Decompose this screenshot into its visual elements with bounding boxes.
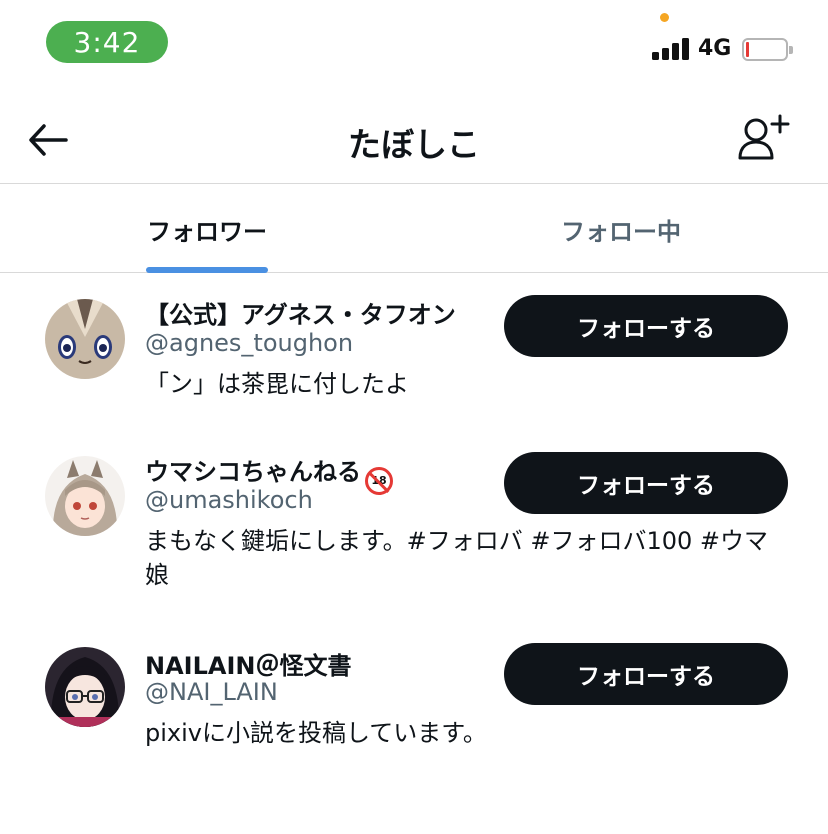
person-add-icon	[738, 114, 790, 160]
signal-strength-icon	[652, 38, 690, 60]
avatar[interactable]	[45, 299, 125, 379]
active-tab-indicator	[146, 267, 268, 273]
tab-followers[interactable]: フォロワー	[0, 185, 414, 273]
avatar[interactable]	[45, 647, 125, 727]
list-item[interactable]: 【公式】アグネス・タフオン @agnes_toughon 「ン」は茶毘に付したよ…	[0, 275, 828, 425]
list-item[interactable]: NAILAIN＠怪文書 @NAI_LAIN pixivに小説を投稿しています。 …	[0, 622, 828, 772]
user-handle: @agnes_toughon	[145, 329, 354, 357]
user-name-text: ウマシコちゃんねる	[145, 458, 361, 486]
user-name[interactable]: NAILAIN＠怪文書	[145, 646, 351, 681]
follow-button[interactable]: フォローする	[504, 295, 788, 357]
user-bio: まもなく鍵垢にします。#フォロバ #フォロバ100 #ウマ娘	[145, 527, 768, 589]
follow-button[interactable]: フォローする	[504, 643, 788, 705]
network-type: 4G	[698, 36, 732, 61]
battery-icon	[742, 38, 793, 61]
avatar-image	[45, 456, 125, 536]
tab-following[interactable]: フォロー中	[414, 185, 828, 273]
avatar-image	[45, 647, 125, 727]
user-name[interactable]: 【公式】アグネス・タフオン	[145, 295, 456, 330]
user-handle: @NAI_LAIN	[145, 678, 278, 706]
time-display: 3:42	[46, 21, 168, 63]
tab-bar: フォロワー フォロー中	[0, 185, 828, 273]
follow-button[interactable]: フォローする	[504, 452, 788, 514]
page-title: たぼしこ	[348, 125, 480, 164]
user-bio: 「ン」は茶毘に付したよ	[145, 370, 409, 398]
status-bar: 3:42 4G	[0, 0, 828, 90]
add-user-button[interactable]	[734, 112, 792, 166]
avatar-image	[45, 299, 125, 379]
avatar[interactable]	[45, 456, 125, 536]
header-bar: たぼしこ	[0, 96, 828, 184]
user-bio: pixivに小説を投稿しています。	[145, 719, 487, 747]
user-handle: @umashikoch	[145, 486, 313, 514]
list-item[interactable]: ウマシコちゃんねる 18 @umashikoch まもなく鍵垢にします。#フォロバ…	[0, 432, 828, 612]
no-under-18-icon: 18	[365, 467, 393, 495]
privacy-indicator-dot	[660, 13, 669, 22]
